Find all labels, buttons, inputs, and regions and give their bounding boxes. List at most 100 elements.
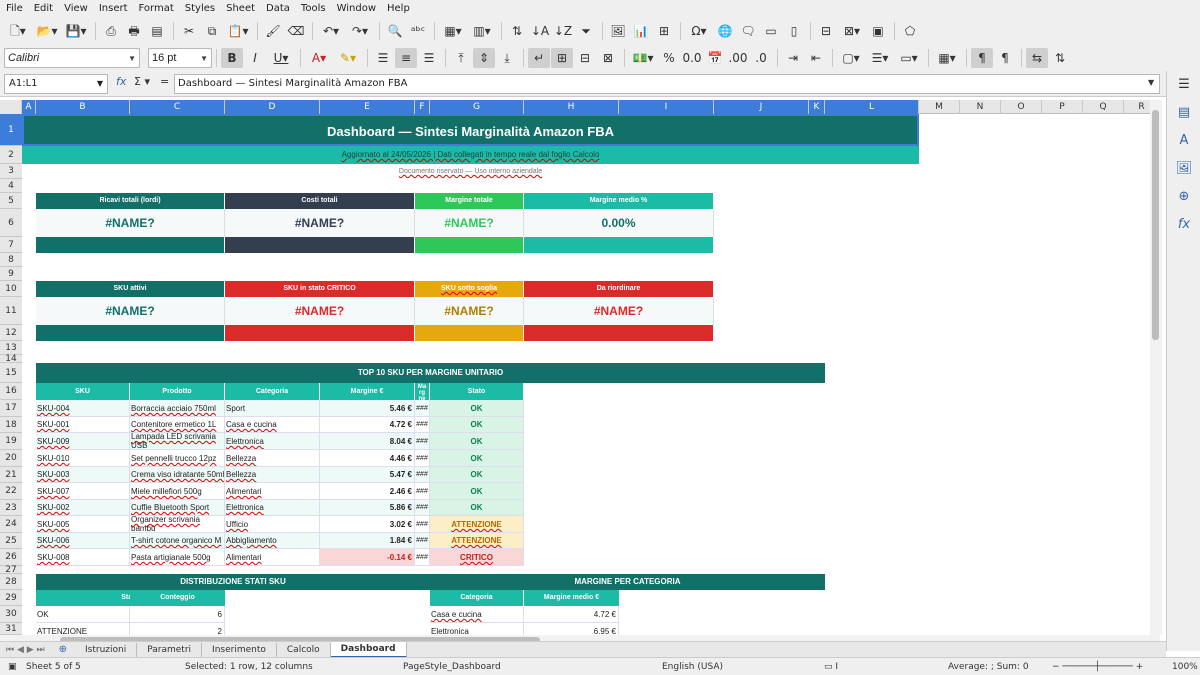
row-header-17[interactable]: 17 bbox=[0, 400, 22, 417]
sheet-tab-istruzioni[interactable]: Istruzioni bbox=[75, 642, 138, 657]
top10-product[interactable]: T-shirt cotone organico M bbox=[130, 533, 225, 549]
font-size-combo[interactable]: 16 pt ▼ bbox=[148, 48, 212, 68]
top10-status[interactable]: OK bbox=[430, 417, 524, 433]
kpi-label[interactable]: SKU attivi bbox=[36, 281, 225, 297]
row-header-26[interactable]: 26 bbox=[0, 549, 22, 566]
zoom-slider[interactable]: − ──────┼────── + bbox=[1052, 662, 1143, 672]
top10-product[interactable]: Miele millefiori 500g bbox=[130, 483, 225, 500]
top10-sku[interactable]: SKU-001 bbox=[36, 417, 130, 433]
top10-product[interactable]: Cuffie Bluetooth Sport bbox=[130, 500, 225, 516]
wrap-text-icon[interactable]: ↵ bbox=[528, 48, 550, 68]
row-icon[interactable]: ▦▾ bbox=[439, 21, 467, 41]
top10-margin-pct[interactable]: ### bbox=[415, 483, 430, 500]
kpi-label[interactable]: Margine medio % bbox=[524, 193, 714, 209]
top10-category[interactable]: Alimentari bbox=[225, 483, 320, 500]
add-sheet-icon[interactable]: ⊕ bbox=[51, 644, 75, 655]
kpi-value[interactable]: #NAME? bbox=[415, 297, 524, 325]
top10-sku[interactable]: SKU-008 bbox=[36, 549, 130, 566]
kpi-bar[interactable] bbox=[36, 325, 225, 341]
top10-header[interactable]: Margine € bbox=[320, 383, 415, 400]
top10-status[interactable]: OK bbox=[430, 500, 524, 516]
function-wizard-icon[interactable]: fx bbox=[116, 75, 126, 88]
sort-icon[interactable]: ⇅ bbox=[506, 21, 528, 41]
align-bottom-icon[interactable]: ⤓ bbox=[496, 48, 518, 68]
undo-icon[interactable]: ↶▾ bbox=[317, 21, 345, 41]
open-folder-icon[interactable]: 📂▾ bbox=[33, 21, 61, 41]
right-to-left-icon[interactable]: ¶ bbox=[994, 48, 1016, 68]
add-decimal-icon[interactable]: .00 bbox=[727, 48, 749, 68]
special-character-icon[interactable]: Ω▾ bbox=[685, 21, 713, 41]
top10-product[interactable]: Set pennelli trucco 12pz bbox=[130, 450, 225, 467]
unmerge-icon[interactable]: ⊟ bbox=[574, 48, 596, 68]
expand-formula-icon[interactable]: ▼ bbox=[1148, 78, 1154, 87]
percent-format-icon[interactable]: % bbox=[658, 48, 680, 68]
row-header-4[interactable]: 4 bbox=[0, 179, 22, 193]
top10-sku[interactable]: SKU-007 bbox=[36, 483, 130, 500]
menu-item-insert[interactable]: Insert bbox=[99, 3, 128, 14]
top10-category[interactable]: Elettronica bbox=[225, 500, 320, 516]
define-print-area-icon[interactable]: ▯ bbox=[783, 21, 805, 41]
top10-margin[interactable]: 1.84 € bbox=[320, 533, 415, 549]
selection-mode-icon[interactable]: ▭ I bbox=[824, 662, 838, 672]
kpi-value[interactable]: #NAME? bbox=[225, 297, 415, 325]
dashboard-subtitle[interactable]: Aggiornato al 24/05/2026 | Dati collegat… bbox=[22, 146, 919, 164]
formula-input[interactable]: Dashboard — Sintesi Marginalità Amazon F… bbox=[174, 74, 1160, 94]
top10-status[interactable]: ATTENZIONE bbox=[430, 516, 524, 533]
decrease-indent-icon[interactable]: ⇤ bbox=[805, 48, 827, 68]
top10-margin[interactable]: 2.46 € bbox=[320, 483, 415, 500]
functions-icon[interactable]: fx bbox=[1167, 211, 1200, 239]
sheet-tab-inserimento[interactable]: Inserimento bbox=[202, 642, 277, 657]
dashboard-title[interactable]: Dashboard — Sintesi Marginalità Amazon F… bbox=[22, 114, 919, 146]
paste-icon[interactable]: 📋▾ bbox=[224, 21, 252, 41]
border-color-icon[interactable]: ▭▾ bbox=[895, 48, 923, 68]
row-header-7[interactable]: 7 bbox=[0, 237, 22, 253]
sheet-nav-arrows-icon[interactable]: ⏮ ◀ ▶ ⏭ bbox=[0, 645, 51, 655]
category-margin-title[interactable]: MARGINE PER CATEGORIA bbox=[430, 574, 825, 590]
top10-product[interactable]: Contenitore ermetico 1L bbox=[130, 417, 225, 433]
sheet-tab-parametri[interactable]: Parametri bbox=[137, 642, 203, 657]
kpi-value[interactable]: #NAME? bbox=[524, 297, 714, 325]
top10-category[interactable]: Elettronica bbox=[225, 433, 320, 450]
top10-header[interactable]: SKU bbox=[36, 383, 130, 400]
sort-descending-icon[interactable]: ↓Z bbox=[552, 21, 574, 41]
top10-margin[interactable]: 5.86 € bbox=[320, 500, 415, 516]
top10-margin[interactable]: 4.72 € bbox=[320, 417, 415, 433]
menu-item-window[interactable]: Window bbox=[337, 3, 376, 14]
menu-item-view[interactable]: View bbox=[64, 3, 88, 14]
export-pdf-icon[interactable]: ⎙ bbox=[100, 21, 122, 41]
row-header-13[interactable]: 13 bbox=[0, 341, 22, 355]
sheet-tab-calcolo[interactable]: Calcolo bbox=[277, 642, 331, 657]
row-header-10[interactable]: 10 bbox=[0, 281, 22, 297]
menu-item-sheet[interactable]: Sheet bbox=[226, 3, 255, 14]
autofilter-icon[interactable]: ⏷ bbox=[575, 21, 597, 41]
column-header-e[interactable]: E bbox=[320, 100, 415, 114]
row-header-30[interactable]: 30 bbox=[0, 606, 22, 623]
top10-margin-pct[interactable]: ### bbox=[415, 516, 430, 533]
merge-cells-icon[interactable]: ⊠ bbox=[597, 48, 619, 68]
spreadsheet-grid[interactable]: Dashboard — Sintesi Marginalità Amazon F… bbox=[22, 114, 1160, 635]
top10-category[interactable]: Ufficio bbox=[225, 516, 320, 533]
font-name-combo[interactable]: Calibri ▼ bbox=[4, 48, 140, 68]
top10-category[interactable]: Casa e cucina bbox=[225, 417, 320, 433]
row-header-12[interactable]: 12 bbox=[0, 325, 22, 341]
top10-product[interactable]: Borraccia acciaio 750ml bbox=[130, 400, 225, 417]
row-header-25[interactable]: 25 bbox=[0, 533, 22, 549]
conditional-format-icon[interactable]: ▦▾ bbox=[933, 48, 961, 68]
print-preview-icon[interactable]: ▤ bbox=[146, 21, 168, 41]
top10-status[interactable]: OK bbox=[430, 433, 524, 450]
kpi-label[interactable]: Margine totale bbox=[415, 193, 524, 209]
row-header-15[interactable]: 15 bbox=[0, 363, 22, 383]
kpi-value[interactable]: 0.00% bbox=[524, 209, 714, 237]
kpi-label[interactable]: Ricavi totali (lordi) bbox=[36, 193, 225, 209]
menu-item-help[interactable]: Help bbox=[387, 3, 410, 14]
top10-margin[interactable]: 8.04 € bbox=[320, 433, 415, 450]
align-center-icon[interactable]: ≡ bbox=[395, 48, 417, 68]
top10-margin-pct[interactable]: ### bbox=[415, 500, 430, 516]
column-header-j[interactable]: J bbox=[714, 100, 809, 114]
show-draw-functions-icon[interactable]: ⬠ bbox=[899, 21, 921, 41]
styles-icon[interactable]: A bbox=[1167, 127, 1200, 155]
category-name[interactable]: Elettronica bbox=[430, 623, 524, 635]
top10-title[interactable]: TOP 10 SKU PER MARGINE UNITARIO bbox=[36, 363, 825, 383]
comment-icon[interactable]: 🗨 bbox=[737, 21, 759, 41]
menu-item-tools[interactable]: Tools bbox=[301, 3, 326, 14]
